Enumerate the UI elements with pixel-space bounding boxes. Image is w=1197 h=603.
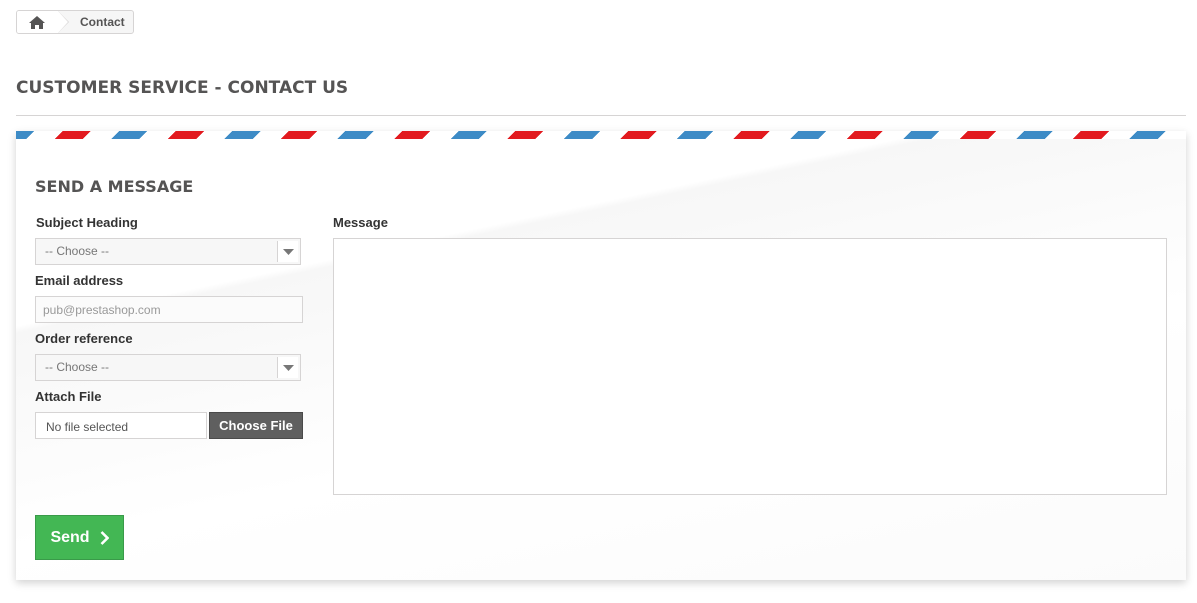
breadcrumb-home-link[interactable] bbox=[17, 11, 69, 33]
contact-form-panel: SEND A MESSAGE Subject Heading -- Choose… bbox=[16, 131, 1186, 580]
subject-select-value: -- Choose -- bbox=[45, 244, 110, 258]
order-label: Order reference bbox=[35, 331, 133, 346]
email-field[interactable]: pub@prestashop.com bbox=[35, 296, 303, 323]
order-select-value: -- Choose -- bbox=[45, 360, 110, 374]
chevron-down-icon bbox=[277, 357, 298, 378]
chevron-down-icon bbox=[277, 241, 298, 262]
message-label: Message bbox=[333, 215, 388, 230]
home-icon bbox=[29, 15, 45, 29]
breadcrumb: Contact bbox=[16, 10, 134, 34]
chevron-right-icon bbox=[100, 530, 109, 545]
send-button[interactable]: Send bbox=[35, 515, 124, 560]
attach-label: Attach File bbox=[35, 389, 102, 404]
choose-file-button[interactable]: Choose File bbox=[209, 412, 303, 439]
airmail-stripe bbox=[16, 131, 1186, 139]
message-textarea[interactable] bbox=[333, 238, 1167, 495]
email-label: Email address bbox=[35, 273, 124, 288]
page-title: CUSTOMER SERVICE - CONTACT US bbox=[16, 78, 1186, 116]
order-select[interactable]: -- Choose -- bbox=[35, 354, 301, 381]
file-name-display: No file selected bbox=[35, 412, 207, 439]
form-heading: SEND A MESSAGE bbox=[35, 177, 194, 196]
send-button-label: Send bbox=[50, 528, 90, 546]
subject-label: Subject Heading bbox=[36, 215, 138, 230]
subject-select[interactable]: -- Choose -- bbox=[35, 238, 301, 265]
